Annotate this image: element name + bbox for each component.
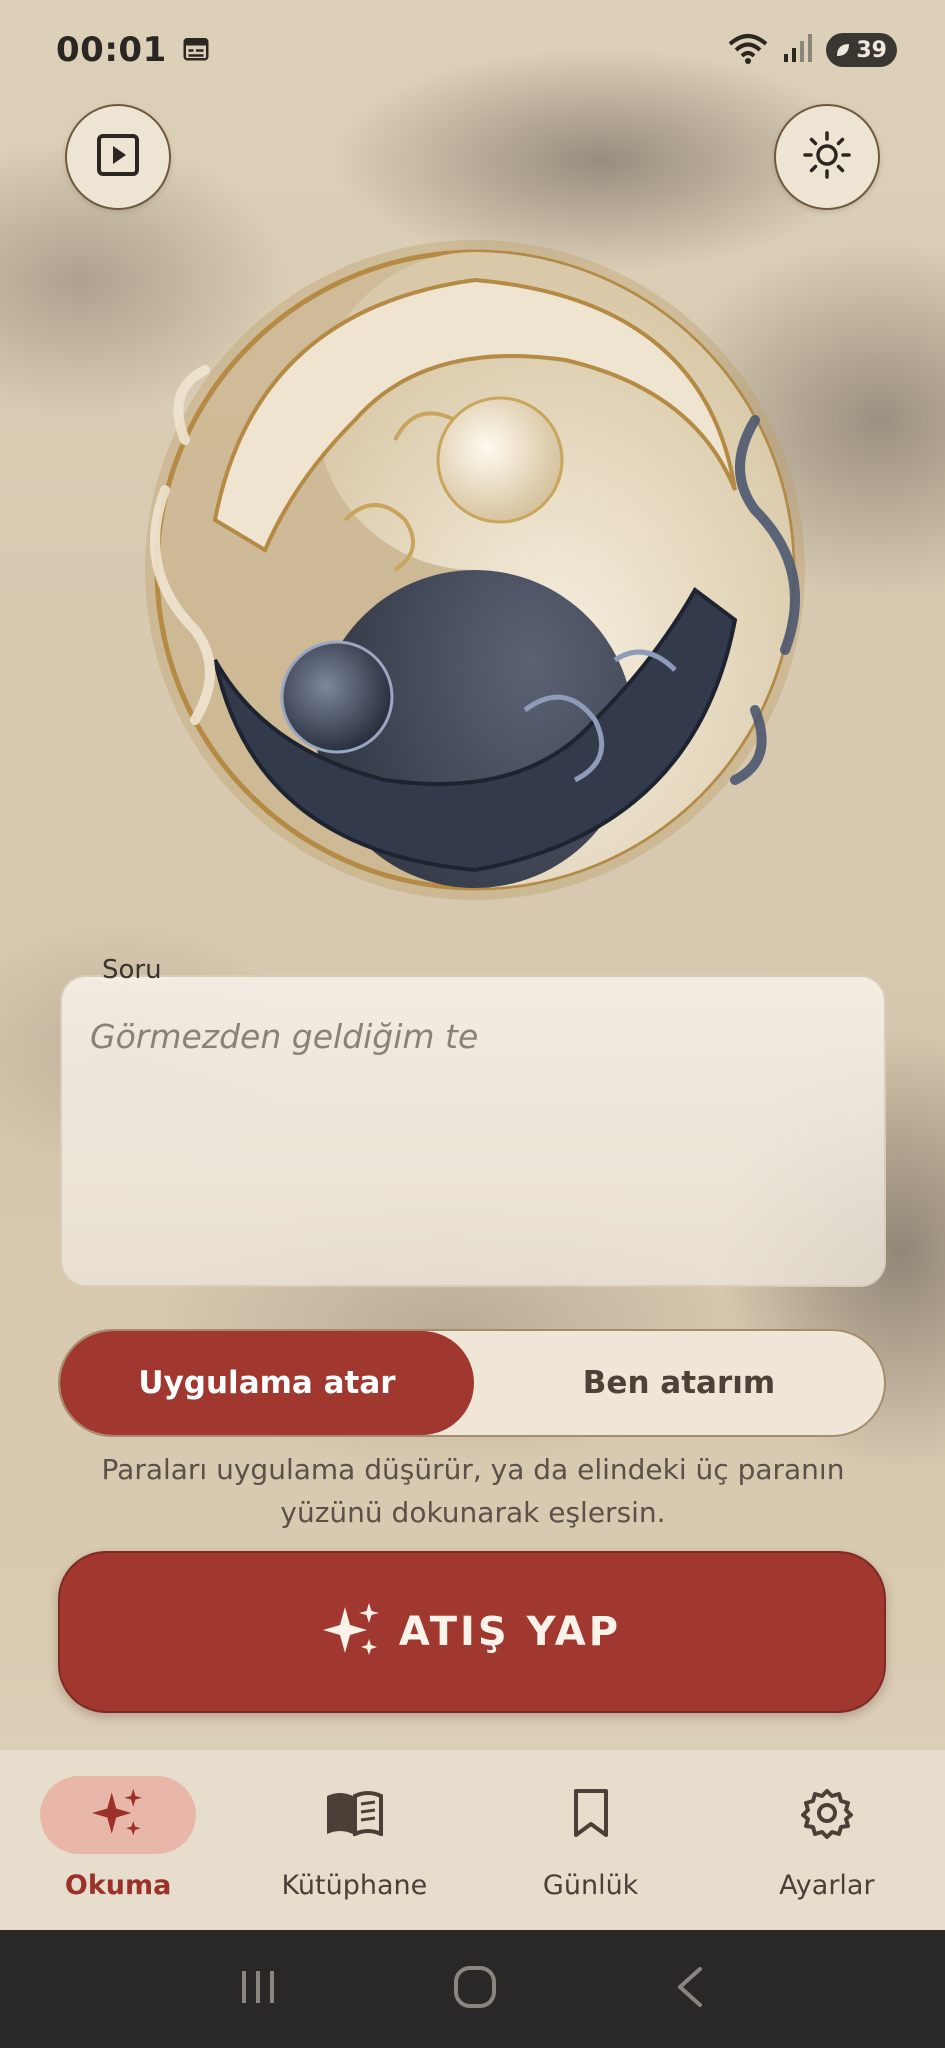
play-square-icon (94, 131, 142, 183)
mode-helper-text: Paraları uygulama düşürür, ya da elindek… (101, 1453, 845, 1529)
system-nav-bar (0, 1930, 945, 2048)
nav-label-reading: Okuma (64, 1870, 172, 1901)
home-icon[interactable] (451, 1963, 499, 2015)
question-input[interactable] (90, 1017, 850, 1056)
wifi-icon (726, 32, 770, 68)
gear-icon (800, 1787, 853, 1843)
nav-label-journal: Günlük (542, 1870, 639, 1901)
status-left: 00:01 (56, 30, 211, 70)
recent-apps-icon[interactable] (236, 1965, 280, 2013)
bottom-nav: Okuma Kütüphane Günlük Ayarlar (0, 1750, 945, 1930)
nav-item-journal[interactable]: Günlük (473, 1750, 709, 1930)
nav-label-settings: Ayarlar (779, 1870, 875, 1901)
question-field[interactable]: Soru (60, 955, 886, 1287)
nav-pill (276, 1776, 432, 1854)
status-right: 39 (726, 32, 897, 68)
nav-label-library: Kütüphane (281, 1870, 428, 1901)
battery-indicator: 39 (826, 33, 897, 67)
calendar-icon (181, 33, 211, 67)
throw-button[interactable]: ATIŞ YAP (58, 1551, 886, 1713)
nav-item-reading[interactable]: Okuma (0, 1750, 236, 1930)
status-time: 00:01 (56, 30, 167, 70)
throw-button-label: ATIŞ YAP (398, 1609, 622, 1655)
bookmark-icon (571, 1788, 611, 1842)
sparkles-icon (92, 1787, 144, 1843)
battery-level: 39 (856, 37, 887, 63)
nav-pill (513, 1776, 669, 1854)
mode-option-app-throws[interactable]: Uygulama atar (60, 1331, 474, 1435)
book-icon (325, 1790, 384, 1840)
sun-icon (802, 130, 852, 184)
mode-option-i-throw[interactable]: Ben atarım (474, 1331, 884, 1435)
nav-pill (40, 1776, 197, 1854)
yin-yang-dragon-emblem (95, 190, 855, 950)
sparkles-icon (322, 1601, 381, 1663)
question-label: Soru (92, 955, 172, 985)
nav-pill (749, 1776, 905, 1854)
status-bar: 00:01 39 (0, 0, 945, 100)
signal-icon (782, 32, 814, 68)
nav-item-settings[interactable]: Ayarlar (709, 1750, 945, 1930)
leaf-icon (837, 44, 850, 56)
throw-mode-toggle: Uygulama atar Ben atarım (58, 1329, 886, 1437)
back-icon[interactable] (670, 1963, 710, 2015)
nav-item-library[interactable]: Kütüphane (236, 1750, 472, 1930)
